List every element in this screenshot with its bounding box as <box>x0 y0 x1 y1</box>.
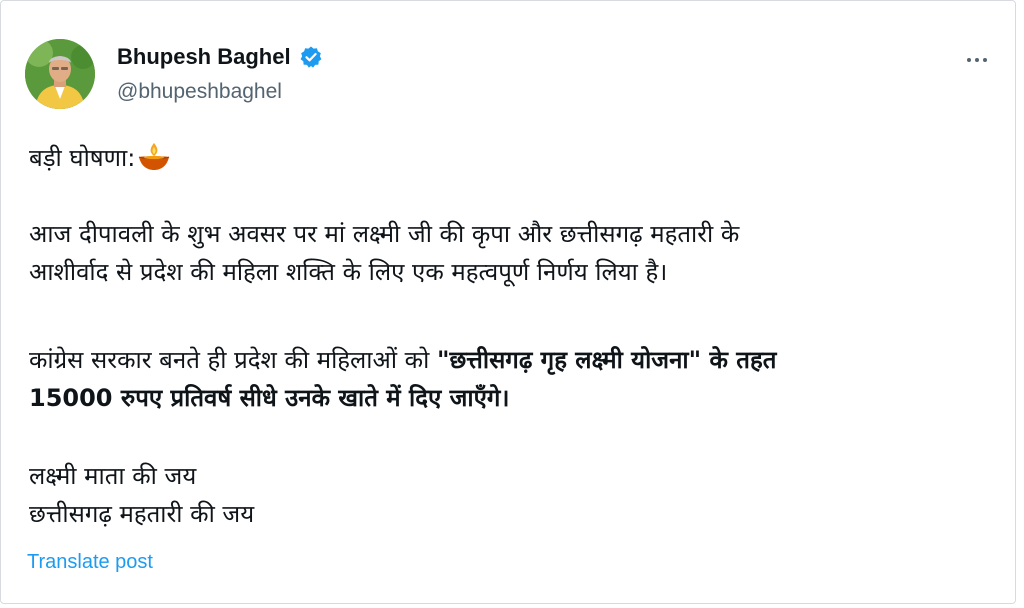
profile-photo-icon <box>25 39 95 109</box>
post-text-line-bold: 15000 रुपए प्रतिवर्ष सीधे उनके खाते में … <box>29 384 510 412</box>
headline-text: बड़ी घोषणा: <box>29 144 136 172</box>
author-display-name[interactable]: Bhupesh Baghel <box>117 44 291 70</box>
more-dot <box>983 58 987 62</box>
author-name-row: Bhupesh Baghel <box>117 44 323 70</box>
diya-lamp-icon <box>137 142 171 172</box>
more-options-button[interactable] <box>957 45 997 75</box>
translate-post-link[interactable]: Translate post <box>27 549 153 575</box>
verified-badge-icon[interactable] <box>299 45 323 69</box>
post-text-line: कांग्रेस सरकार बनते ही प्रदेश की महिलाओं… <box>29 341 985 379</box>
post-text-bold: "छत्तीसगढ़ गृह लक्ष्मी योजना" के तहत <box>436 346 777 374</box>
author-handle[interactable]: @bhupeshbaghel <box>117 79 282 105</box>
post-paragraph-4: लक्ष्मी माता की जय छत्तीसगढ़ महतारी की ज… <box>29 457 985 533</box>
post-text-line: छत्तीसगढ़ महतारी की जय <box>29 500 255 528</box>
post-text-line: आज दीपावली के शुभ अवसर पर मां लक्ष्मी जी… <box>29 220 740 248</box>
post-paragraph-3: कांग्रेस सरकार बनते ही प्रदेश की महिलाओं… <box>29 341 985 417</box>
post-paragraph-2: आज दीपावली के शुभ अवसर पर मां लक्ष्मी जी… <box>29 215 985 291</box>
post-headline: बड़ी घोषणा: <box>29 139 985 177</box>
post-text-line: लक्ष्मी माता की जय <box>29 462 197 490</box>
more-dot <box>975 58 979 62</box>
post-card: Bhupesh Baghel @bhupeshbaghel बड़ी घोषणा… <box>0 0 1016 604</box>
post-text-line: आशीर्वाद से प्रदेश की महिला शक्ति के लिए… <box>29 258 668 286</box>
more-horizontal-icon <box>967 58 971 62</box>
avatar[interactable] <box>25 39 95 109</box>
post-text-normal: कांग्रेस सरकार बनते ही प्रदेश की महिलाओं… <box>29 346 437 374</box>
